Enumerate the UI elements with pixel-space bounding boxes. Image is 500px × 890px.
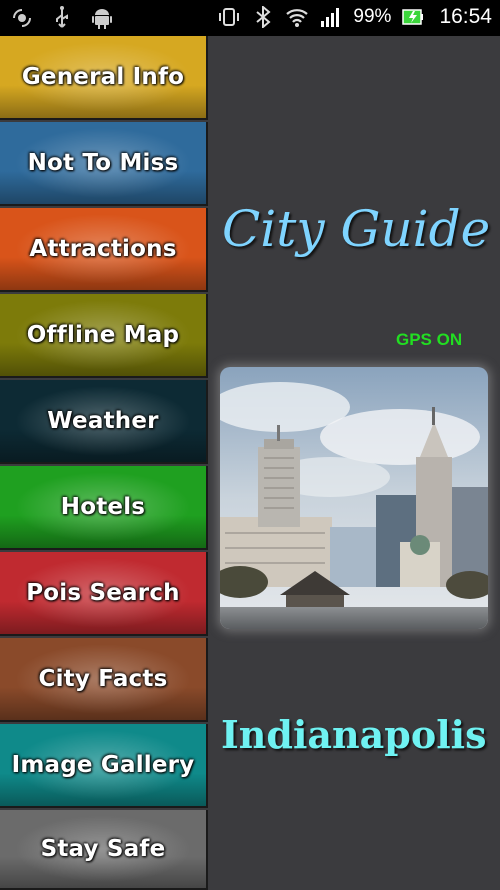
vibrate-icon (217, 5, 241, 29)
menu-item-city-facts[interactable]: City Facts (0, 638, 208, 722)
gps-status-label[interactable]: GPS ON (396, 330, 462, 350)
city-skyline-illustration (220, 367, 488, 629)
menu-item-general-info[interactable]: General Info (0, 36, 208, 120)
bluetooth-icon (251, 5, 275, 29)
menu-item-label: Offline Map (26, 322, 180, 348)
status-bar: 99% 16:54 (0, 0, 500, 36)
menu-item-attractions[interactable]: Attractions (0, 208, 208, 292)
menu-item-label: General Info (21, 64, 185, 90)
menu-item-image-gallery[interactable]: Image Gallery (0, 724, 208, 808)
menu-item-label: Attractions (29, 236, 177, 262)
menu-item-pois-search[interactable]: Pois Search (0, 552, 208, 636)
menu-item-weather[interactable]: Weather (0, 380, 208, 464)
menu-item-label: Hotels (60, 494, 146, 520)
gps-status-icon (10, 6, 34, 30)
menu-item-stay-safe[interactable]: Stay Safe (0, 810, 208, 890)
signal-icon (319, 5, 343, 29)
menu-item-label: Pois Search (26, 580, 180, 606)
clock: 16:54 (439, 5, 492, 28)
menu-item-label: City Facts (38, 666, 168, 692)
city-skyline-photo (220, 367, 488, 629)
menu-item-label: Not To Miss (27, 150, 179, 176)
app-title: City Guide (222, 200, 491, 258)
main-menu: General Info Not To Miss Attractions Off… (0, 36, 208, 890)
android-icon (90, 6, 114, 30)
wifi-icon (285, 5, 309, 29)
battery-percent: 99% (353, 6, 392, 27)
menu-item-offline-map[interactable]: Offline Map (0, 294, 208, 378)
city-name: Indianapolis (221, 712, 487, 757)
menu-item-not-to-miss[interactable]: Not To Miss (0, 122, 208, 206)
menu-item-label: Weather (47, 408, 159, 434)
menu-item-label: Image Gallery (11, 752, 195, 778)
usb-icon (50, 6, 74, 30)
menu-item-hotels[interactable]: Hotels (0, 466, 208, 550)
menu-item-label: Stay Safe (40, 836, 166, 862)
battery-charging-icon (401, 5, 425, 29)
